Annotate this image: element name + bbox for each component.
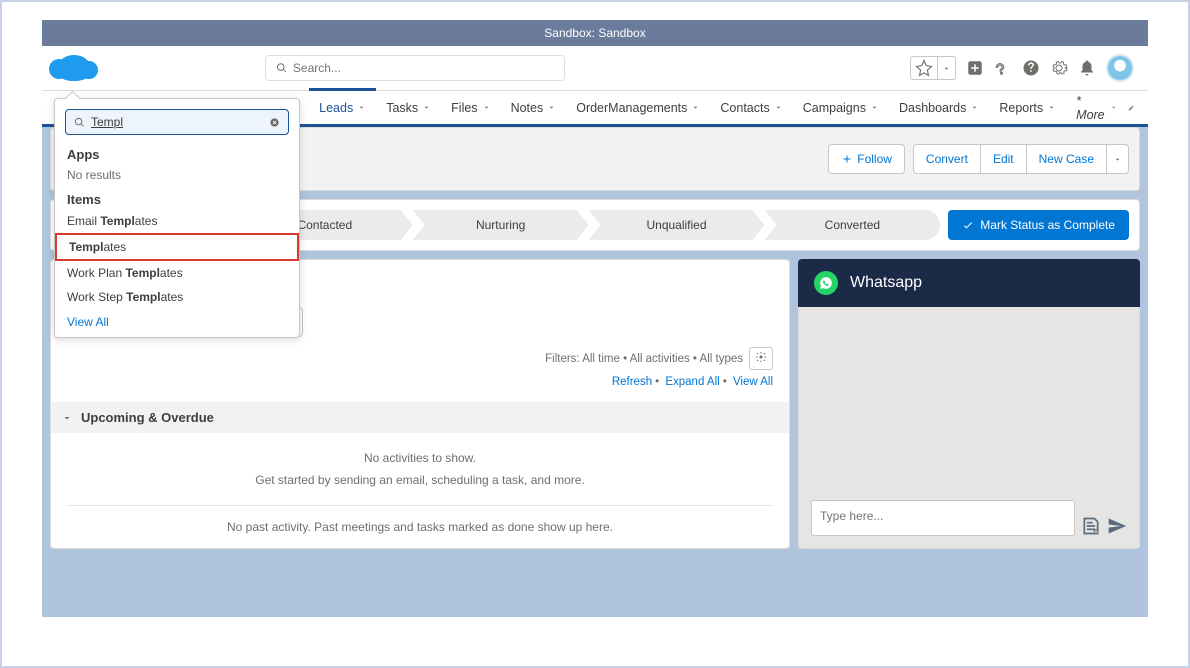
global-search[interactable] (265, 55, 565, 81)
chevron-down-icon (774, 103, 783, 112)
question-icon[interactable] (1022, 59, 1040, 77)
search-icon (276, 62, 287, 74)
whatsapp-body (798, 307, 1140, 549)
empty-activities-line1: No activities to show. (67, 433, 773, 473)
whatsapp-input[interactable] (811, 500, 1075, 536)
chevron-down-icon (1047, 103, 1056, 112)
edit-button[interactable]: Edit (981, 144, 1027, 174)
stage-converted[interactable]: Converted (764, 210, 940, 240)
chevron-down-icon (422, 103, 431, 112)
nav-ordermanagements[interactable]: OrderManagements (566, 90, 710, 126)
launcher-apps-label: Apps (55, 143, 299, 164)
launcher-item-templates[interactable]: Templates (55, 233, 299, 261)
launcher-no-results: No results (55, 164, 299, 188)
upcoming-header[interactable]: Upcoming & Overdue (51, 402, 789, 433)
chevron-down-icon (482, 103, 491, 112)
new-case-button[interactable]: New Case (1027, 144, 1107, 174)
salesforce-help-icon[interactable] (994, 59, 1012, 77)
view-all-link[interactable]: View All (733, 376, 773, 388)
clear-icon[interactable] (269, 117, 280, 128)
empty-activities-line2: Get started by sending an email, schedul… (67, 473, 773, 487)
whatsapp-icon (814, 271, 838, 295)
nav-more[interactable]: * More (1066, 90, 1127, 126)
chevron-down-icon (547, 103, 556, 112)
pencil-icon[interactable] (1128, 101, 1134, 115)
nav-files[interactable]: Files (441, 90, 500, 126)
gear-icon (755, 351, 767, 363)
chevron-down-icon (357, 103, 366, 112)
chevron-down-icon (970, 103, 979, 112)
refresh-link[interactable]: Refresh (612, 376, 652, 388)
launcher-items-label: Items (55, 188, 299, 209)
gear-icon[interactable] (1050, 59, 1068, 77)
user-avatar[interactable] (1106, 54, 1134, 82)
chevron-down-icon (691, 103, 700, 112)
nav-reports[interactable]: Reports (989, 90, 1066, 126)
nav-leads[interactable]: Leads (309, 88, 376, 124)
check-icon (962, 219, 974, 231)
nav-tasks[interactable]: Tasks (376, 90, 441, 126)
whatsapp-header: Whatsapp (798, 259, 1140, 307)
divider (67, 505, 773, 506)
nav-notes[interactable]: Notes (501, 90, 567, 126)
launcher-view-all[interactable]: View All (55, 309, 299, 331)
nav-dashboards[interactable]: Dashboards (889, 90, 989, 126)
nav-campaigns[interactable]: Campaigns (793, 90, 889, 126)
mark-complete-button[interactable]: Mark Status as Complete (948, 210, 1129, 240)
chevron-down-icon (61, 412, 73, 424)
search-icon (74, 117, 85, 128)
star-icon (915, 59, 933, 77)
expand-all-link[interactable]: Expand All (665, 376, 719, 388)
send-icon[interactable] (1107, 516, 1127, 536)
chevron-down-icon (870, 103, 879, 112)
launcher-search[interactable] (65, 109, 289, 135)
stage-nurturing[interactable]: Nurturing (413, 210, 589, 240)
launcher-item-work-plan-templates[interactable]: Work Plan Templates (55, 261, 299, 285)
follow-button[interactable]: Follow (828, 144, 905, 174)
salesforce-logo (56, 55, 92, 81)
more-actions-button[interactable] (1107, 144, 1129, 174)
add-icon[interactable] (966, 59, 984, 77)
chevron-down-icon (1113, 155, 1122, 164)
filters-label: Filters: All time • All activities • All… (545, 353, 743, 365)
activity-links: Refresh• Expand All• View All (67, 376, 773, 388)
sandbox-banner: Sandbox: Sandbox (42, 20, 1148, 46)
template-icon[interactable] (1081, 516, 1101, 536)
bell-icon[interactable] (1078, 59, 1096, 77)
convert-button[interactable]: Convert (913, 144, 981, 174)
launcher-item-work-step-templates[interactable]: Work Step Templates (55, 285, 299, 309)
stage-unqualified[interactable]: Unqualified (589, 210, 765, 240)
favorites-control[interactable] (910, 56, 956, 80)
chevron-down-icon (1110, 103, 1117, 112)
chevron-down-icon (942, 64, 951, 73)
global-header (42, 46, 1148, 91)
filter-settings-button[interactable] (749, 347, 773, 370)
app-launcher-dropdown: Apps No results Items Email Templates Te… (54, 98, 300, 338)
launcher-search-input[interactable] (91, 115, 269, 129)
whatsapp-title: Whatsapp (850, 274, 922, 292)
nav-contacts[interactable]: Contacts (710, 90, 792, 126)
past-activity-text: No past activity. Past meetings and task… (67, 520, 773, 534)
global-search-input[interactable] (293, 61, 554, 75)
launcher-item-email-templates[interactable]: Email Templates (55, 209, 299, 233)
